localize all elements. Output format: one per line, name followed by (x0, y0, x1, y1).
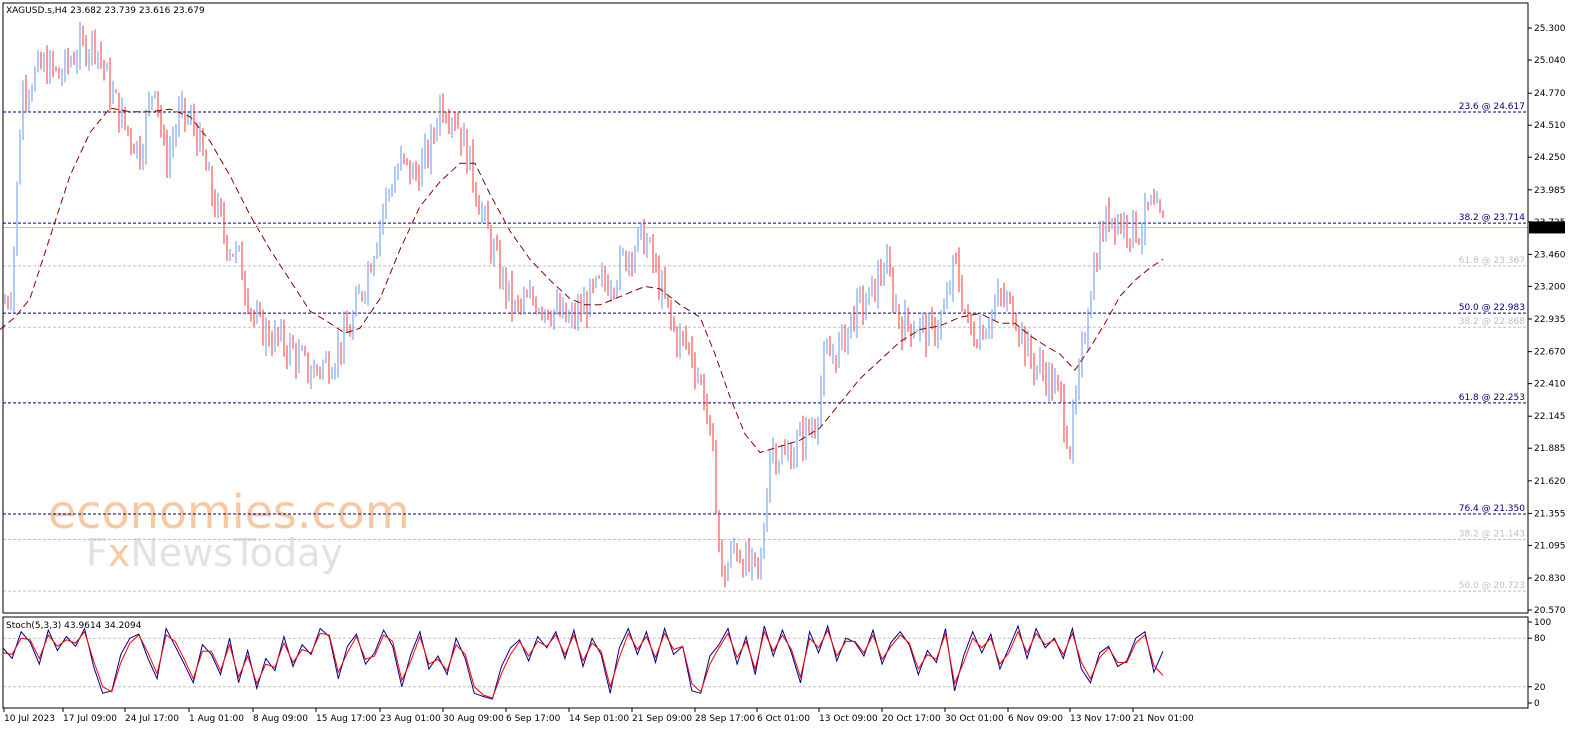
time-tick-label: 1 Aug 01:00 (189, 714, 244, 724)
time-tick-label: 21 Sep 09:00 (632, 714, 692, 724)
time-tick-label: 30 Oct 01:00 (945, 714, 1004, 724)
fib-level-label: 50.0 @ 22.983 (1459, 303, 1525, 313)
price-tick-label: 21.355 (1534, 509, 1566, 519)
time-tick-label: 13 Oct 09:00 (819, 714, 878, 724)
fib-level-label: 61.8 @ 23.367 (1459, 256, 1525, 266)
price-tick-label: 20.830 (1534, 574, 1566, 584)
time-tick-label: 17 Jul 09:00 (63, 714, 117, 724)
stoch-tick-label: 0 (1534, 699, 1540, 709)
price-tick-label: 25.040 (1534, 56, 1566, 66)
watermark-fxnews: FxNewsToday (86, 531, 343, 575)
price-tick-label: 24.770 (1534, 89, 1566, 99)
price-tick-label: 25.300 (1534, 24, 1566, 34)
trading-chart[interactable]: economies.com FxNewsToday 23.6 @ 24.6173… (0, 0, 1596, 743)
time-tick-label: 13 Nov 17:00 (1070, 714, 1131, 724)
time-tick-label: 6 Oct 01:00 (757, 714, 810, 724)
time-tick-label: 21 Nov 01:00 (1133, 714, 1194, 724)
price-tick-label: 21.095 (1534, 541, 1566, 551)
time-tick-label: 15 Aug 17:00 (316, 714, 377, 724)
stoch-tick-label: 80 (1534, 634, 1546, 644)
price-tick-label: 22.935 (1534, 315, 1566, 325)
time-tick-label: 28 Sep 17:00 (695, 714, 755, 724)
price-tick-label: 24.510 (1534, 121, 1566, 131)
price-tick-label: 22.145 (1534, 412, 1566, 422)
price-tick-label: 22.410 (1534, 380, 1566, 390)
fib-level-label: 76.4 @ 21.350 (1459, 504, 1526, 514)
price-tick-label: 20.570 (1534, 606, 1566, 616)
time-tick-label: 10 Jul 2023 (4, 714, 55, 724)
price-tick-label: 23.725 (1534, 218, 1566, 228)
background (0, 0, 1596, 743)
time-tick-label: 14 Sep 01:00 (569, 714, 629, 724)
stoch-header: Stoch(5,3,3) 43.9614 34.2094 (6, 621, 142, 631)
fib-level-label: 61.8 @ 22.253 (1459, 393, 1525, 403)
price-tick-label: 24.250 (1534, 153, 1566, 163)
price-tick-label: 22.670 (1534, 348, 1566, 358)
price-tick-label: 21.885 (1534, 444, 1566, 454)
price-tick-label: 23.985 (1534, 186, 1566, 196)
time-tick-label: 6 Nov 09:00 (1008, 714, 1063, 724)
time-tick-label: 24 Jul 17:00 (125, 714, 179, 724)
time-tick-label: 8 Aug 09:00 (253, 714, 308, 724)
time-tick-label: 6 Sep 17:00 (506, 714, 561, 724)
time-tick-label: 30 Aug 09:00 (443, 714, 504, 724)
price-tick-label: 23.460 (1534, 250, 1566, 260)
time-tick-label: 20 Oct 17:00 (882, 714, 941, 724)
price-tick-label: 23.200 (1534, 282, 1566, 292)
fib-level-label: 38.2 @ 22.868 (1459, 317, 1526, 327)
symbol-header: XAGUSD.s,H4 23.682 23.739 23.616 23.679 (6, 6, 205, 16)
fib-level-label: 50.0 @ 20.723 (1459, 581, 1525, 591)
fib-level-label: 38.2 @ 23.714 (1459, 213, 1526, 223)
time-tick-label: 23 Aug 01:00 (380, 714, 441, 724)
stoch-tick-label: 100 (1534, 618, 1551, 628)
fib-level-label: 38.2 @ 21.143 (1459, 529, 1525, 539)
price-tick-label: 21.620 (1534, 477, 1566, 487)
fib-level-label: 23.6 @ 24.617 (1459, 102, 1525, 112)
stoch-tick-label: 20 (1534, 683, 1546, 693)
